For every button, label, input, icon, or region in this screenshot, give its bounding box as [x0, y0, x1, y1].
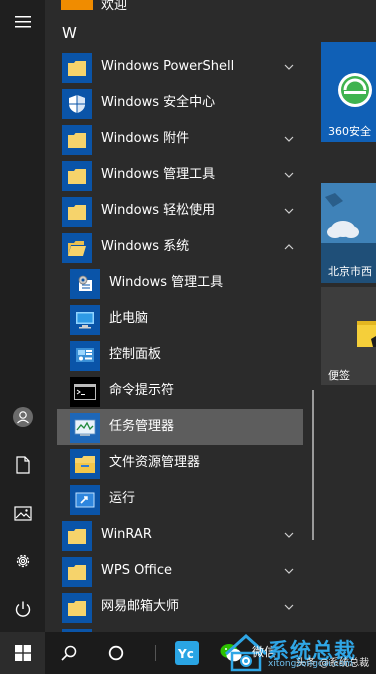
app-label: Windows 管理工具: [101, 167, 216, 182]
chevron-down-icon: [284, 532, 294, 538]
document-icon: [15, 456, 30, 474]
expand-menu-button[interactable]: [0, 2, 45, 42]
folder-icon: [62, 53, 92, 83]
settings-button[interactable]: [0, 541, 45, 581]
pictures-button[interactable]: [0, 493, 45, 533]
app-item-windows-powershell[interactable]: Windows PowerShell: [45, 49, 315, 85]
power-button[interactable]: [0, 589, 45, 629]
app-label: Windows 轻松使用: [101, 203, 216, 218]
app-item-this-pc[interactable]: 此电脑: [45, 301, 315, 337]
app-label: Windows 系统: [101, 239, 190, 254]
search-button[interactable]: [48, 632, 90, 674]
cortana-icon: [108, 645, 124, 661]
picture-icon: [13, 505, 32, 521]
windows-logo-icon: [14, 645, 31, 661]
tiles-panel: 360安全 北京市西 便签: [315, 0, 376, 632]
cortana-button[interactable]: [95, 632, 137, 674]
app-item-file-explorer[interactable]: 文件资源管理器: [45, 445, 315, 481]
folder-icon: [62, 197, 92, 227]
tile-360-security[interactable]: 360安全: [321, 42, 376, 142]
folder-icon: [62, 557, 92, 587]
tile-360-label: 360安全: [328, 125, 371, 138]
app-item-control-panel[interactable]: 控制面板: [45, 337, 315, 373]
yc-app-icon: Yc: [175, 641, 199, 665]
app-label: Windows 附件: [101, 131, 190, 146]
command-prompt-icon: [70, 377, 100, 407]
app-label: WPS Office: [101, 563, 173, 578]
chevron-down-icon: [284, 208, 294, 214]
power-icon: [15, 601, 30, 617]
sticky-note-icon: [357, 321, 376, 347]
svg-text:Yc: Yc: [177, 647, 194, 661]
hamburger-icon: [14, 16, 31, 28]
app-item-windows-admin-tools[interactable]: Windows 管理工具: [45, 157, 315, 193]
app-label: Windows 安全中心: [101, 95, 216, 110]
task-view-icon: [155, 645, 156, 661]
partial-app-tile[interactable]: [61, 0, 93, 10]
app-item-run[interactable]: 运行: [45, 481, 315, 517]
360-security-icon: [338, 73, 372, 107]
app-item-windows-security[interactable]: Windows 安全中心: [45, 85, 315, 121]
app-label: 此电脑: [109, 311, 149, 326]
file-explorer-icon: [70, 449, 100, 479]
folder-open-icon: [62, 233, 92, 263]
folder-icon: [62, 593, 92, 623]
app-item-windows-system[interactable]: Windows 系统: [45, 229, 315, 265]
task-manager-icon: [70, 413, 100, 443]
tile-weather-label: 北京市西: [328, 265, 372, 278]
watermark-url: xitongzongcai.com: [268, 659, 353, 669]
app-item-windows-ease-of-access[interactable]: Windows 轻松使用: [45, 193, 315, 229]
letter-header-w[interactable]: W: [62, 24, 77, 42]
tile-weather[interactable]: 北京市西: [321, 183, 376, 283]
start-button[interactable]: [0, 632, 45, 674]
shield-icon: [62, 89, 92, 119]
chevron-down-icon: [284, 604, 294, 610]
watermark: 微信 系统总裁 头条 @系统总裁 xitongzongcai.com: [222, 632, 376, 674]
chevron-down-icon: [284, 136, 294, 142]
app-label: 任务管理器: [109, 419, 175, 434]
tile-sticky-label: 便签: [328, 369, 350, 382]
search-icon: [61, 645, 77, 661]
app-item-windows-accessories[interactable]: Windows 附件: [45, 121, 315, 157]
app-item-command-prompt[interactable]: 命令提示符: [45, 373, 315, 409]
this-pc-icon: [70, 305, 100, 335]
app-label: 网易邮箱大师: [101, 599, 180, 614]
chevron-down-icon: [284, 568, 294, 574]
folder-icon: [62, 521, 92, 551]
taskbar-app-yc[interactable]: Yc: [170, 632, 204, 674]
partial-app-label: 欢迎: [101, 0, 128, 13]
taskbar-divider: [146, 632, 166, 674]
gear-icon: [16, 554, 29, 568]
user-avatar-icon: [12, 407, 33, 427]
user-account-button[interactable]: [0, 397, 45, 437]
run-icon: [70, 485, 100, 515]
app-label: 命令提示符: [109, 383, 175, 398]
app-label: Windows 管理工具: [109, 275, 224, 290]
tile-sticky-notes[interactable]: 便签: [321, 287, 376, 385]
app-item-partial[interactable]: [45, 625, 315, 632]
app-label: 控制面板: [109, 347, 162, 362]
admin-tools-icon: [70, 269, 100, 299]
start-menu-rail: [0, 0, 45, 632]
chevron-down-icon: [284, 172, 294, 178]
app-label: 运行: [109, 491, 136, 506]
app-label: Windows PowerShell: [101, 59, 235, 74]
documents-button[interactable]: [0, 445, 45, 485]
app-item-task-manager[interactable]: 任务管理器: [57, 409, 303, 445]
scrollbar-thumb[interactable]: [312, 390, 314, 540]
control-panel-icon: [70, 341, 100, 371]
app-item-admin-tools[interactable]: Windows 管理工具: [45, 265, 315, 301]
app-item-winrar[interactable]: WinRAR: [45, 517, 315, 553]
app-label: 文件资源管理器: [109, 455, 201, 470]
app-item-wps-office[interactable]: WPS Office: [45, 553, 315, 589]
chevron-up-icon: [284, 244, 294, 250]
folder-icon: [62, 125, 92, 155]
app-list: 欢迎 W Windows PowerShell Windows 安全中心 Win…: [45, 0, 315, 632]
chevron-down-icon: [284, 64, 294, 70]
app-item-netease-mail[interactable]: 网易邮箱大师: [45, 589, 315, 625]
folder-icon: [62, 161, 92, 191]
start-menu-screen: 欢迎 W Windows PowerShell Windows 安全中心 Win…: [0, 0, 376, 674]
app-label: WinRAR: [101, 527, 152, 542]
